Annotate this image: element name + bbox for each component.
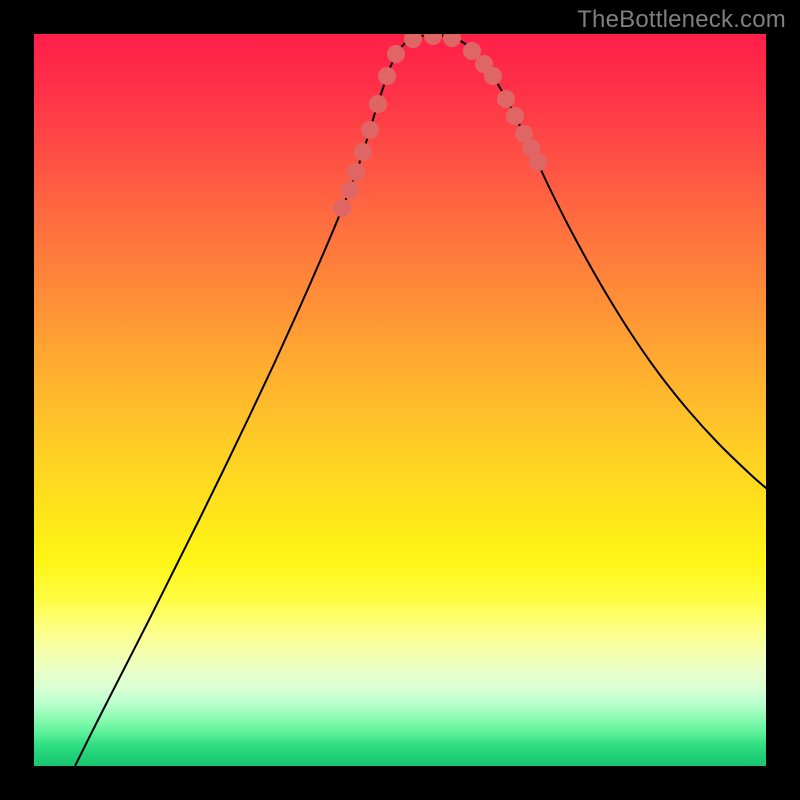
markers-layer — [34, 34, 766, 766]
highlight-marker — [341, 181, 359, 199]
highlight-marker — [347, 163, 365, 181]
highlight-marker — [497, 90, 515, 108]
highlight-marker — [369, 95, 387, 113]
highlight-marker — [529, 153, 547, 171]
highlight-marker — [333, 199, 351, 217]
highlight-marker — [378, 67, 396, 85]
highlight-marker — [443, 34, 461, 47]
highlight-marker — [361, 121, 379, 139]
watermark-text: TheBottleneck.com — [577, 6, 786, 34]
highlight-marker — [484, 67, 502, 85]
highlight-marker — [354, 143, 372, 161]
highlight-marker — [404, 34, 422, 48]
highlight-marker — [387, 45, 405, 63]
plot-area — [34, 34, 766, 766]
highlight-marker — [506, 107, 524, 125]
chart-frame: TheBottleneck.com — [0, 0, 800, 800]
highlight-marker — [424, 34, 442, 45]
